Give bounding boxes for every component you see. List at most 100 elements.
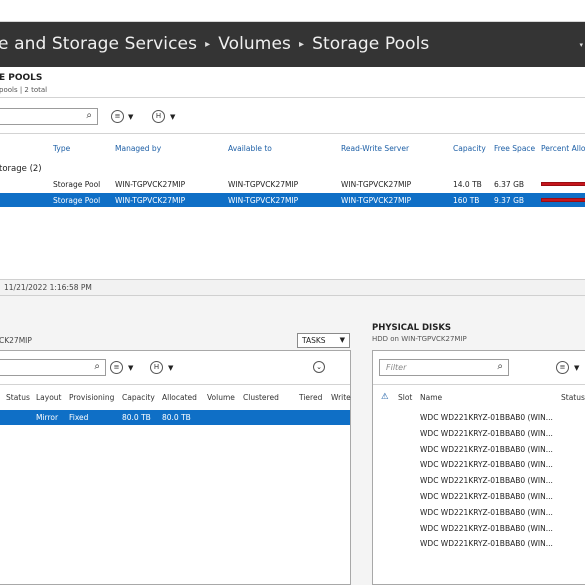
list-item[interactable]: WDC WD221KRYZ-01BBAB0 (WIN... [373, 442, 585, 458]
column-header-allocated[interactable]: Allocated [162, 393, 197, 402]
column-header-free-space[interactable]: Free Space [494, 144, 535, 153]
cell-type: Storage Pool [53, 180, 101, 189]
breadcrumb: e and Storage Services ▸ Volumes ▸ Storage P… [0, 34, 429, 54]
cell-managed-by: WIN-TGPVCK27MIP [115, 196, 186, 205]
cell-allocated: 80.0 TB [162, 413, 191, 422]
column-header-capacity[interactable]: Capacity [453, 144, 486, 153]
column-header-layout[interactable]: Layout [36, 393, 62, 402]
column-header-type[interactable]: Type [53, 144, 70, 153]
column-header-name[interactable]: Name [420, 393, 442, 402]
disk-name: WDC WD221KRYZ-01BBAB0 (WIN... [420, 413, 553, 422]
column-header-clustered[interactable]: Clustered [243, 393, 279, 402]
cell-capacity: 160 TB [453, 196, 480, 205]
divider [373, 384, 585, 385]
list-item[interactable]: WDC WD221KRYZ-01BBAB0 (WIN... [373, 489, 585, 505]
disk-name: WDC WD221KRYZ-01BBAB0 (WIN... [420, 539, 553, 549]
breadcrumb-item-storage-pools[interactable]: Storage Pools [312, 34, 429, 54]
column-header-slot[interactable]: Slot [398, 393, 412, 402]
column-header-provisioning[interactable]: Provisioning [69, 393, 114, 402]
search-icon[interactable]: ⌕ [94, 361, 100, 372]
search-icon[interactable]: ⌕ [86, 110, 92, 121]
chevron-down-icon[interactable]: ▼ [128, 364, 133, 372]
list-item[interactable]: WDC WD221KRYZ-01BBAB0 (WIN... [373, 536, 585, 552]
search-icon[interactable]: ⌕ [497, 361, 503, 372]
cell-layout: Mirror [36, 413, 59, 422]
tasks-label: TASKS [302, 336, 326, 345]
disk-name: WDC WD221KRYZ-01BBAB0 (WIN... [420, 444, 553, 454]
column-header-read-write-server[interactable]: Read-Write Server [341, 144, 409, 153]
filter-placeholder: Filter [386, 363, 407, 372]
divider [0, 133, 585, 134]
list-item[interactable]: WDC WD221KRYZ-01BBAB0 (WIN... [373, 410, 585, 426]
list-view-icon[interactable]: ≡ [556, 361, 569, 374]
chevron-down-icon: ▼ [339, 336, 345, 344]
column-header-percent-allocated[interactable]: Percent Allo [541, 144, 585, 153]
cell-provisioning: Fixed [69, 413, 89, 422]
column-header-managed-by[interactable]: Managed by [115, 144, 161, 153]
column-header-available-to[interactable]: Available to [228, 144, 272, 153]
column-header-volume[interactable]: Volume [207, 393, 235, 402]
warning-icon[interactable]: ⚠ [381, 392, 389, 402]
percent-allocated-bar [541, 182, 585, 186]
window-top-strip [0, 0, 585, 22]
breadcrumb-item-volumes[interactable]: Volumes [218, 34, 291, 54]
cell-available-to: WIN-TGPVCK27MIP [228, 196, 299, 205]
table-row-selected[interactable]: Storage Pool WIN-TGPVCK27MIP WIN-TGPVCK2… [0, 193, 585, 207]
storage-pools-section: E POOLS pools | 2 total ⌕ ≡ ▼ H ▼ Type M… [0, 67, 585, 277]
physical-disks-panel: Filter ⌕ ≡ ▼ ⚠ Slot Name Status WDC WD22… [372, 350, 585, 585]
last-refreshed-text: 11/21/2022 1:16:58 PM [4, 283, 92, 292]
disk-name: WDC WD221KRYZ-01BBAB0 (WIN... [420, 492, 553, 501]
save-query-icon[interactable]: H [152, 110, 165, 123]
disk-name: WDC WD221KRYZ-01BBAB0 (WIN... [420, 523, 553, 533]
column-header-capacity[interactable]: Capacity [122, 393, 155, 402]
chevron-down-icon[interactable]: ▼ [170, 113, 175, 121]
disk-name: WDC WD221KRYZ-01BBAB0 (WIN... [420, 460, 553, 470]
physical-disks-subtitle: HDD on WIN-TGPVCK27MIP [372, 335, 467, 343]
divider [0, 97, 585, 98]
chevron-down-icon[interactable]: ▼ [574, 364, 579, 372]
physical-disks-title: PHYSICAL DISKS [372, 323, 452, 333]
cell-capacity: 14.0 TB [453, 180, 482, 189]
cell-available-to: WIN-TGPVCK27MIP [228, 180, 299, 189]
breadcrumb-header: e and Storage Services ▸ Volumes ▸ Storage P… [0, 22, 585, 67]
tasks-button[interactable]: TASKS ▼ [297, 333, 350, 348]
list-view-icon[interactable]: ≡ [111, 110, 124, 123]
physical-disks-filter-input[interactable]: Filter ⌕ [379, 359, 509, 376]
percent-allocated-bar [541, 198, 585, 202]
list-item[interactable]: WDC WD221KRYZ-01BBAB0 (WIN... [373, 521, 585, 537]
header-dropdown-icon[interactable]: ▾ [579, 41, 583, 49]
expand-chevron-icon[interactable]: ⌄ [313, 361, 325, 373]
table-row-selected[interactable]: Mirror Fixed 80.0 TB 80.0 TB [0, 410, 350, 425]
disk-name: WDC WD221KRYZ-01BBAB0 (WIN... [420, 507, 553, 517]
cell-free-space: 9.37 GB [494, 196, 525, 205]
breadcrumb-separator-icon: ▸ [205, 39, 211, 50]
save-query-icon[interactable]: H [150, 361, 163, 374]
virtual-disks-subtitle: CK27MIP [0, 336, 32, 345]
chevron-down-icon[interactable]: ▼ [168, 364, 173, 372]
breadcrumb-separator-icon: ▸ [298, 39, 305, 50]
disk-name: WDC WD221KRYZ-01BBAB0 (WIN... [420, 476, 553, 486]
cell-read-write-server: WIN-TGPVCK27MIP [341, 180, 412, 189]
list-item[interactable]: WDC WD221KRYZ-01BBAB0 (WIN... [373, 457, 585, 473]
list-item[interactable]: WDC WD221KRYZ-01BBAB0 (WIN... [373, 426, 585, 442]
storage-pools-subtitle: pools | 2 total [0, 86, 48, 94]
group-header[interactable]: torage (2) [0, 164, 42, 174]
virtual-disks-filter-input[interactable]: ⌕ [0, 359, 106, 376]
storage-pools-filter-input[interactable]: ⌕ [0, 108, 98, 125]
list-view-icon[interactable]: ≡ [110, 361, 123, 374]
chevron-down-icon[interactable]: ▼ [128, 113, 133, 121]
cell-managed-by: WIN-TGPVCK27MIP [115, 180, 186, 189]
column-header-status[interactable]: Status [561, 393, 585, 402]
cell-capacity: 80.0 TB [122, 413, 151, 422]
list-item[interactable]: WDC WD221KRYZ-01BBAB0 (WIN... [373, 505, 585, 521]
column-header-status[interactable]: Status [6, 393, 30, 402]
last-refreshed-bar: 11/21/2022 1:16:58 PM [0, 279, 585, 296]
column-header-write[interactable]: Write [331, 393, 351, 402]
table-row[interactable]: Storage Pool WIN-TGPVCK27MIP WIN-TGPVCK2… [0, 177, 585, 191]
list-item[interactable]: WDC WD221KRYZ-01BBAB0 (WIN... [373, 473, 585, 489]
breadcrumb-item-server-manager[interactable]: e and Storage Services [0, 34, 197, 54]
cell-free-space: 6.37 GB [494, 180, 525, 189]
lower-panels: CK27MIP TASKS ▼ ⌕ ≡ ▼ H ▼ ⌄ Status Layou… [0, 296, 585, 585]
cell-type: Storage Pool [53, 196, 101, 205]
column-header-tiered[interactable]: Tiered [299, 393, 322, 402]
